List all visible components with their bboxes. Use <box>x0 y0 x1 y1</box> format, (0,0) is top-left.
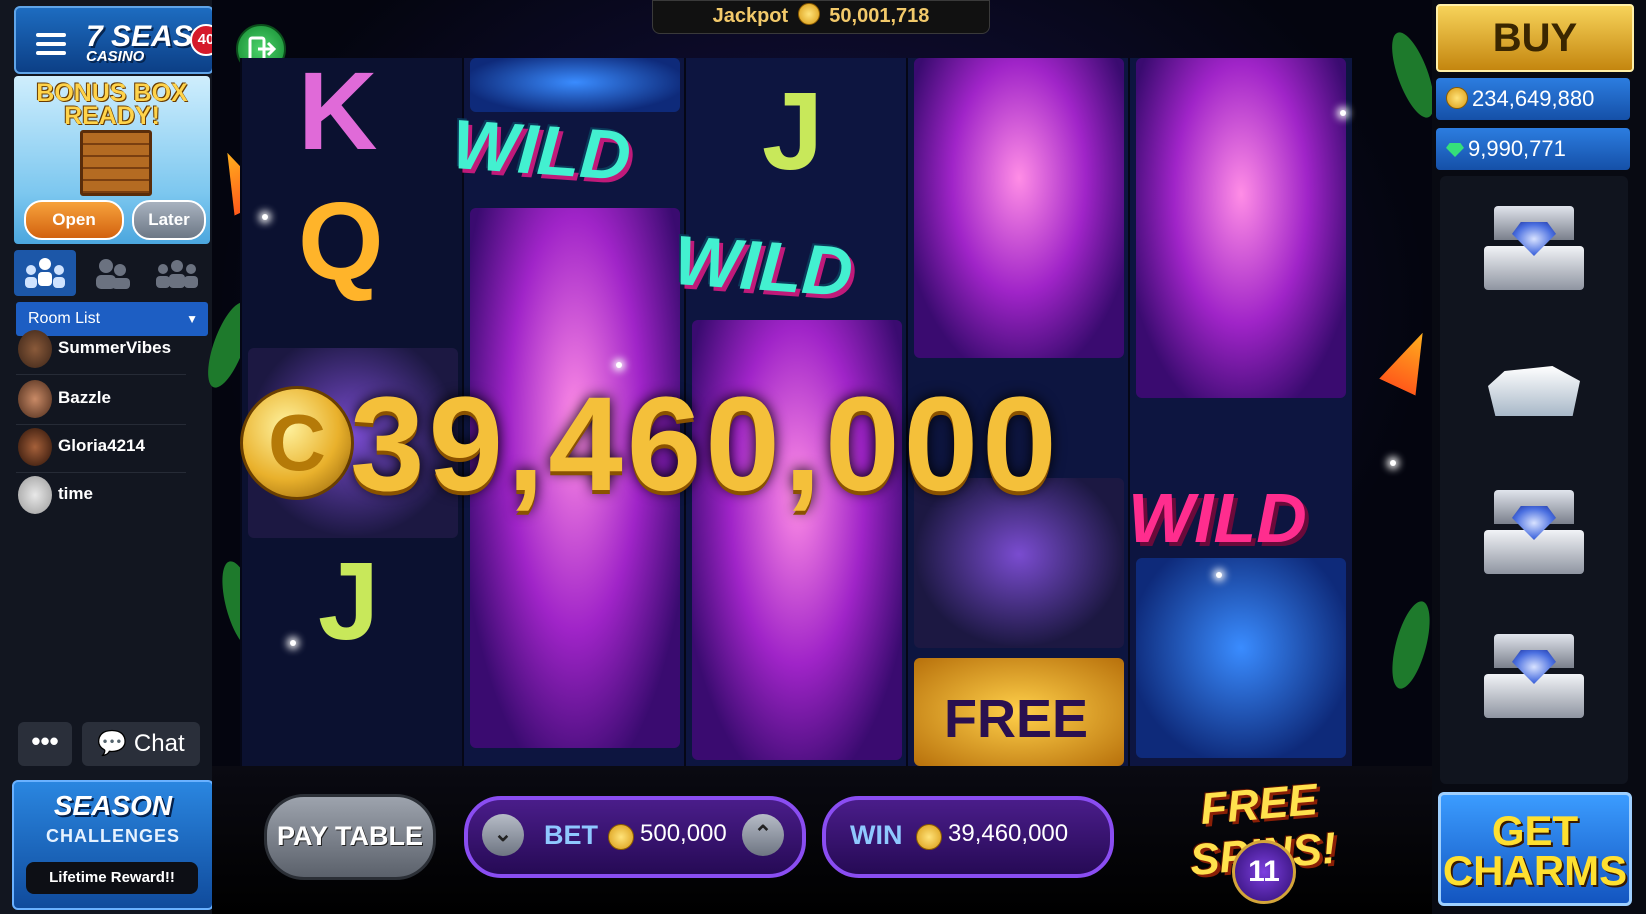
win-panel: WIN 39,460,000 <box>822 796 1114 878</box>
friends-icon <box>96 259 130 289</box>
avatar <box>18 476 52 514</box>
season-title: SEASON <box>53 790 173 821</box>
coin-icon <box>608 824 634 850</box>
win-value: 39,460,000 <box>948 820 1069 847</box>
tab-friends[interactable] <box>80 250 142 296</box>
bonus-crate-icon <box>80 130 152 196</box>
symbol-j: J <box>318 540 380 663</box>
sparkle <box>1340 110 1346 116</box>
bet-value: 500,000 <box>640 820 727 847</box>
player-item[interactable]: time <box>16 472 186 520</box>
avatar <box>18 380 52 418</box>
player-item[interactable]: SummerVibes <box>16 326 186 375</box>
room-list-label: Room List <box>28 310 101 327</box>
sparkle <box>1390 460 1396 466</box>
pay-table-button[interactable]: PAY TABLE <box>264 794 436 880</box>
chat-button[interactable]: 💬 Chat <box>82 722 200 766</box>
coin-icon: C <box>240 386 354 500</box>
more-options-button[interactable]: ••• <box>18 722 72 766</box>
coin-icon <box>1446 87 1468 109</box>
symbol-wild: WILD <box>449 104 634 196</box>
symbol-tiger <box>914 58 1124 358</box>
charm-diamond-chest[interactable] <box>1484 206 1584 296</box>
symbol-lion <box>470 58 680 112</box>
open-bonus-button[interactable]: Open <box>24 200 124 240</box>
big-win-display: C 39,460,000 <box>240 370 1360 519</box>
charm-cruise-ship[interactable] <box>1484 346 1584 436</box>
player-item[interactable]: Gloria4214 <box>16 424 186 473</box>
buy-button[interactable]: BUY <box>1436 4 1634 72</box>
season-challenges-button[interactable]: SEASON CHALLENGES Lifetime Reward!! <box>12 780 214 910</box>
gem-icon <box>1446 143 1464 157</box>
menu-icon[interactable] <box>36 28 66 62</box>
later-bonus-button[interactable]: Later <box>132 200 206 240</box>
get-charms-line2: CHARMS <box>1442 847 1628 894</box>
chevron-down-icon: ⌄ <box>493 821 513 846</box>
symbol-q: Q <box>298 180 384 303</box>
symbol-free-spins: FREE <box>914 658 1124 766</box>
symbol-j: J <box>762 70 824 193</box>
season-reward-label: Lifetime Reward!! <box>26 862 198 894</box>
jackpot-label: Jackpot <box>712 5 789 27</box>
player-name: time <box>58 484 93 503</box>
players-icon <box>25 258 65 288</box>
avatar <box>18 428 52 466</box>
sparkle <box>290 640 296 646</box>
player-name: Gloria4214 <box>58 436 145 455</box>
bet-increase-button[interactable]: ⌃ <box>742 814 784 856</box>
symbol-wild: WILD <box>671 220 856 312</box>
jackpot-display: Jackpot 50,001,718 <box>652 0 990 34</box>
bonus-box-title: BONUS BOX READY! <box>14 81 210 130</box>
player-item[interactable]: Bazzle <box>16 376 186 425</box>
get-charms-button[interactable]: GET CHARMS <box>1438 792 1632 906</box>
sparkle <box>1216 572 1222 578</box>
chevron-up-icon: ⌃ <box>753 821 773 846</box>
group-icon <box>156 260 198 288</box>
charm-diamond-chest[interactable] <box>1484 634 1584 724</box>
symbol-k: K <box>298 50 378 173</box>
bet-label: BET <box>544 820 598 850</box>
player-name: Bazzle <box>58 388 111 407</box>
symbol-lion <box>1136 558 1346 758</box>
bet-decrease-button[interactable]: ⌄ <box>482 814 524 856</box>
charms-panel <box>1440 176 1628 784</box>
bet-panel: ⌄ BET 500,000 ⌃ <box>464 796 806 878</box>
free-spins-symbol-text: FREE <box>944 689 1089 749</box>
free-spins-banner[interactable]: FREE SPINS! 11 <box>1126 775 1396 904</box>
get-charms-line1: GET <box>1491 807 1579 854</box>
gems-balance[interactable]: 9,990,771 <box>1436 128 1630 170</box>
big-win-amount: 39,460,000 <box>350 370 1061 519</box>
casino-logo: 7 SEAS CASINO <box>14 6 214 74</box>
bonus-box-panel: BONUS BOX READY! Open Later <box>14 76 210 244</box>
coins-balance-value: 234,649,880 <box>1472 86 1595 111</box>
cruise-ship-icon <box>1488 366 1580 416</box>
player-name: SummerVibes <box>58 338 172 357</box>
avatar <box>18 330 52 368</box>
coin-letter: C <box>268 398 326 487</box>
social-tabs <box>14 250 210 296</box>
gems-balance-value: 9,990,771 <box>1468 136 1566 161</box>
charm-diamond-chest[interactable] <box>1484 490 1584 580</box>
coin-icon <box>916 824 942 850</box>
coins-balance[interactable]: 234,649,880 <box>1436 78 1630 120</box>
jackpot-value: 50,001,718 <box>829 5 930 27</box>
logo-text: 7 SEAS CASINO <box>86 20 193 65</box>
bonus-title-line2: READY! <box>64 102 160 130</box>
tab-room-players[interactable] <box>14 250 76 296</box>
win-label: WIN <box>850 820 903 850</box>
tab-group[interactable] <box>146 250 208 296</box>
chat-bubble-icon: 💬 <box>97 730 128 757</box>
coin-icon <box>797 3 820 25</box>
sparkle <box>262 214 268 220</box>
chat-label: Chat <box>133 730 185 757</box>
free-spins-count: 11 <box>1232 840 1296 904</box>
season-subtitle: CHALLENGES <box>45 826 180 846</box>
symbol-tiger <box>1136 58 1346 398</box>
